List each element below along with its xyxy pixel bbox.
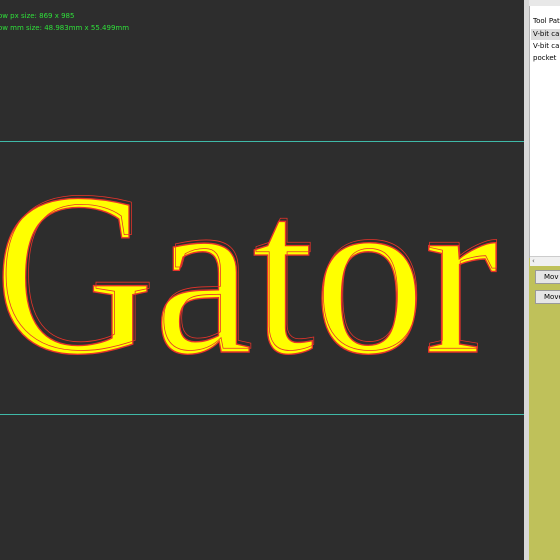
design-canvas[interactable]: low px size: 869 x 985 low mm size: 48.9…	[0, 0, 524, 560]
gator-inner-toolpath: Gator	[0, 142, 499, 398]
toolpath-item[interactable]: V-bit ca	[533, 41, 559, 52]
toolpath-list-header: Tool Pat	[533, 17, 560, 25]
toolpath-list[interactable]: Tool Pat V-bit ca V-bit ca pocket ‹	[529, 6, 560, 266]
gator-text-artwork[interactable]: Gator Gator	[0, 0, 524, 560]
move-down-button[interactable]: Move	[535, 290, 560, 304]
scroll-left-arrow-icon[interactable]: ‹	[532, 257, 535, 266]
toolpath-panel: Tool Pat V-bit ca V-bit ca pocket ‹ Mov …	[529, 0, 560, 560]
horizontal-scrollbar[interactable]: ‹	[530, 256, 560, 266]
toolpath-item[interactable]: V-bit ca	[531, 29, 560, 40]
toolpath-item[interactable]: pocket	[533, 53, 556, 64]
move-up-button[interactable]: Mov	[535, 270, 560, 284]
